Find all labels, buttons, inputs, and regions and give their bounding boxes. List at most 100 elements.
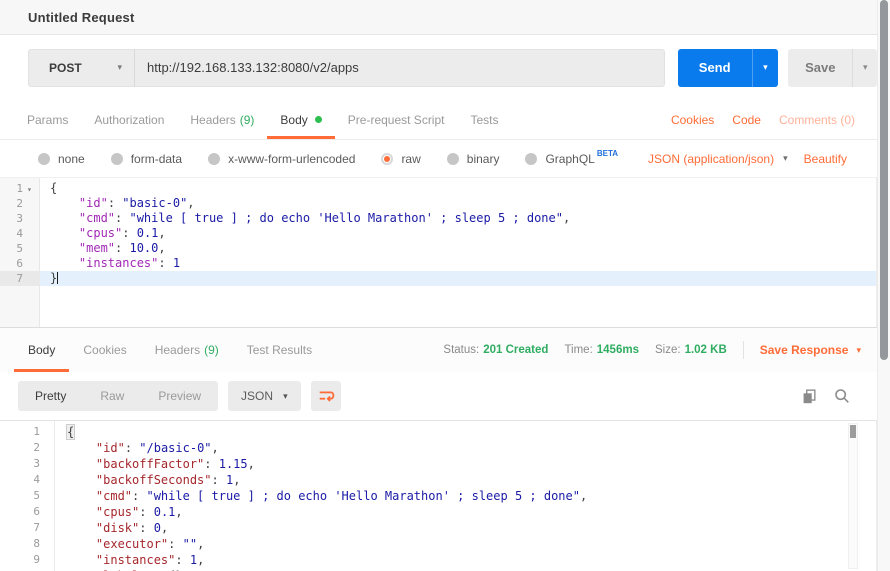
content-type-select[interactable]: JSON (application/json) ▾ [648,152,788,166]
response-tab-headers[interactable]: Headers (9) [141,328,233,372]
request-title-bar: Untitled Request [0,0,877,35]
wrap-lines-icon [317,387,335,405]
save-response-button[interactable]: Save Response ▾ [760,343,861,357]
response-tab-body[interactable]: Body [14,328,69,372]
radio-x-www-form-urlencoded[interactable]: x-www-form-urlencoded [208,152,355,166]
chevron-down-icon: ▾ [856,345,861,356]
radio-raw[interactable]: raw [381,152,420,166]
code-line[interactable]: 7 "disk": 0, [0,520,876,536]
save-label: Save [805,60,835,75]
response-headers-count: (9) [204,343,219,357]
code-line[interactable]: 3 "cmd": "while [ true ] ; do echo 'Hell… [0,211,876,226]
chevron-down-icon: ▾ [763,62,768,73]
code-link[interactable]: Code [732,113,761,127]
divider [743,341,744,359]
code-line[interactable]: 5 "cmd": "while [ true ] ; do echo 'Hell… [0,488,876,504]
line-number: 5 [0,241,40,256]
tab-tests[interactable]: Tests [457,100,511,139]
code-line[interactable]: 5 "mem": 10.0, [0,241,876,256]
tab-pre-request-script[interactable]: Pre-request Script [335,100,458,139]
line-number: 5 [0,488,55,504]
wrap-lines-button[interactable] [311,381,341,411]
radio-binary[interactable]: binary [447,152,500,166]
save-options-button[interactable]: ▾ [852,49,877,87]
tab-authorization[interactable]: Authorization [81,100,177,139]
save-button[interactable]: Save [788,49,852,87]
view-tab-pretty[interactable]: Pretty [18,381,83,411]
send-button[interactable]: Send [678,49,752,87]
green-dot-icon [315,116,322,123]
chevron-down-icon: ▾ [283,391,288,402]
method-label: POST [49,61,82,75]
time-badge: Time:1456ms [564,344,639,356]
response-toolbar: Pretty Raw Preview JSON ▾ [0,372,877,420]
chevron-down-icon: ▾ [863,62,868,73]
code-line[interactable]: 6 "cpus": 0.1, [0,504,876,520]
line-number: 3 [0,211,40,226]
code-line[interactable]: 2 "id": "/basic-0", [0,440,876,456]
text-cursor [57,272,58,284]
request-bar: POST ▾ http://192.168.133.132:8080/v2/ap… [0,35,877,100]
radio-graphql[interactable]: GraphQL BETA [525,152,618,166]
radio-icon [38,153,50,165]
code-line[interactable]: 6 "instances": 1 [0,256,876,271]
radio-icon [525,153,537,165]
scrollbar-thumb[interactable] [850,425,856,438]
url-input[interactable]: http://192.168.133.132:8080/v2/apps [135,60,664,75]
method-select[interactable]: POST ▾ [29,50,135,86]
line-number: 6 [0,256,40,271]
code-line[interactable]: 3 "backoffFactor": 1.15, [0,456,876,472]
copy-icon [800,387,818,405]
response-editor-wrap: 1{2 "id": "/basic-0",3 "backoffFactor": … [0,420,877,571]
size-badge: Size:1.02 KB [655,344,727,356]
send-label: Send [699,60,731,75]
line-number: 8 [0,536,55,552]
postman-app: Untitled Request POST ▾ http://192.168.1… [0,0,890,571]
radio-icon [208,153,220,165]
page-scrollbar[interactable] [877,0,890,571]
search-button[interactable] [833,387,851,405]
code-line[interactable]: 4 "backoffSeconds": 1, [0,472,876,488]
response-meta: Status:201 Created Time:1456ms Size:1.02… [443,328,877,372]
code-line[interactable]: 8 "executor": "", [0,536,876,552]
view-tab-preview[interactable]: Preview [141,381,218,411]
code-line[interactable]: 9 "instances": 1, [0,552,876,568]
line-number: 1 [0,181,40,196]
code-line[interactable]: 1{ [0,424,876,440]
radio-form-data[interactable]: form-data [111,152,182,166]
response-scrollbar[interactable] [848,423,858,569]
search-icon [833,387,851,405]
line-number: 2 [0,196,40,211]
code-line[interactable]: 2 "id": "basic-0", [0,196,876,211]
line-number: 6 [0,504,55,520]
tab-headers[interactable]: Headers (9) [177,100,267,139]
cookies-link[interactable]: Cookies [671,113,714,127]
radio-selected-icon [381,153,393,165]
code-line[interactable]: 7} [0,271,876,286]
send-button-group: Send ▾ [678,49,778,87]
send-options-button[interactable]: ▾ [752,49,779,87]
line-number: 4 [0,226,40,241]
response-header: Body Cookies Headers (9) Test Results St… [0,327,877,372]
comments-link[interactable]: Comments (0) [779,113,855,127]
copy-button[interactable] [800,387,818,405]
tab-body[interactable]: Body [267,100,334,139]
response-tab-test-results[interactable]: Test Results [233,328,326,372]
line-number: 4 [0,472,55,488]
line-number: 9 [0,552,55,568]
radio-icon [447,153,459,165]
radio-icon [111,153,123,165]
code-line[interactable]: 4 "cpus": 0.1, [0,226,876,241]
code-line[interactable]: 1▾{ [0,181,876,196]
view-tab-raw[interactable]: Raw [83,381,141,411]
request-editor[interactable]: 1▾{2 "id": "basic-0",3 "cmd": "while [ t… [0,178,877,327]
request-tab-bar: Params Authorization Headers (9) Body Pr… [0,100,877,140]
scrollbar-thumb[interactable] [880,0,888,360]
tab-params[interactable]: Params [14,100,81,139]
response-editor[interactable]: 1{2 "id": "/basic-0",3 "backoffFactor": … [0,421,876,571]
response-tab-cookies[interactable]: Cookies [69,328,140,372]
line-number: 1 [0,424,55,440]
radio-none[interactable]: none [38,152,85,166]
response-format-select[interactable]: JSON ▾ [228,381,301,411]
beautify-link[interactable]: Beautify [804,152,847,166]
